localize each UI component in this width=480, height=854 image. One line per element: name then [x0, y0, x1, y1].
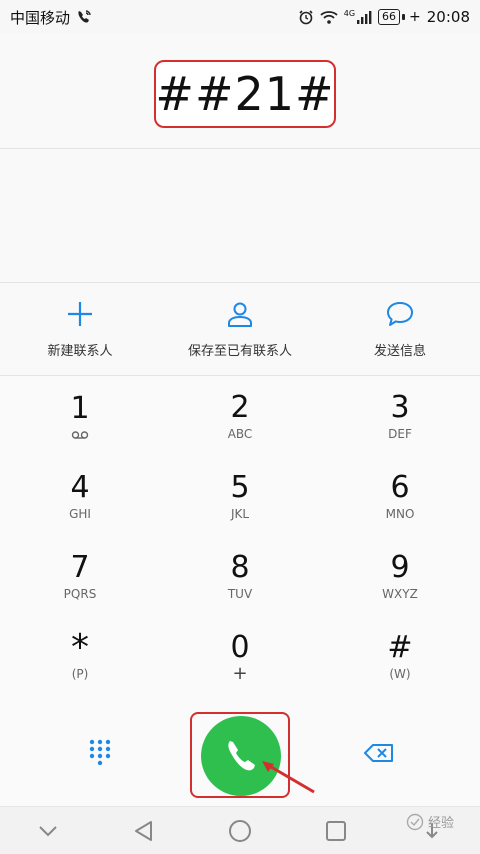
key-digit: 3	[390, 390, 410, 425]
key-digit: 2	[230, 390, 250, 425]
battery-indicator: 66 +	[378, 9, 421, 25]
voicemail-icon	[71, 431, 89, 439]
save-to-existing-label: 保存至已有联系人	[187, 343, 292, 359]
watermark-logo-icon	[406, 813, 424, 830]
key-3[interactable]: 3 DEF	[320, 376, 480, 456]
nav-back-button[interactable]	[124, 811, 164, 851]
signal-indicator: 4G	[344, 10, 372, 24]
recents-square-icon	[326, 820, 346, 841]
key-digit: 0	[230, 630, 250, 665]
save-to-existing-contact-action[interactable]: 保存至已有联系人	[160, 283, 320, 375]
nav-collapse-button[interactable]	[28, 811, 68, 851]
home-circle-icon	[229, 819, 251, 842]
nav-recents-button[interactable]	[316, 811, 356, 851]
dialpad-toggle-button[interactable]	[85, 737, 115, 767]
key-digit: 4	[70, 470, 90, 505]
person-icon	[228, 302, 252, 327]
plus-icon	[68, 301, 92, 326]
key-digit: 5	[230, 470, 250, 505]
key-digit: #	[387, 630, 413, 665]
key-letters: +	[232, 663, 248, 684]
key-letters: DEF	[388, 427, 412, 441]
network-type-label: 4G	[343, 9, 356, 18]
wifi-icon	[320, 11, 338, 24]
dialed-number[interactable]: ##21#	[155, 67, 334, 121]
key-letters: (P)	[71, 667, 89, 681]
send-message-action[interactable]: 发送信息	[320, 283, 480, 375]
key-digit: 1	[70, 391, 90, 426]
back-triangle-icon	[135, 820, 152, 841]
contact-actions: 新建联系人 保存至已有联系人 发送信息	[0, 283, 480, 375]
status-right: 4G 66 + 20:08	[298, 8, 470, 26]
chat-bubble-icon	[387, 301, 413, 326]
key-8[interactable]: 8 TUV	[160, 536, 320, 616]
key-6[interactable]: 6 MNO	[320, 456, 480, 536]
key-0[interactable]: 0 +	[160, 616, 320, 696]
chevron-down-icon	[39, 825, 57, 836]
phone-icon	[228, 741, 255, 771]
alarm-icon	[299, 10, 313, 25]
key-letters: MNO	[385, 507, 415, 521]
annotation-arrow	[262, 761, 315, 794]
key-letters: PQRS	[63, 587, 97, 601]
clock: 20:08	[426, 8, 470, 26]
new-contact-action[interactable]: 新建联系人	[0, 283, 160, 375]
key-7[interactable]: 7 PQRS	[0, 536, 160, 616]
key-digit: 7	[70, 550, 90, 585]
key-letters: ABC	[227, 427, 253, 441]
charging-icon: +	[409, 9, 421, 25]
keypad: 1 2 ABC 3 DEF 4 GHI 5 JKL 6 MNO 7 PQRS 8…	[0, 376, 480, 706]
backspace-icon	[364, 744, 393, 762]
dialpad-icon	[89, 739, 111, 765]
key-letters: WXYZ	[382, 587, 418, 601]
watermark: 经验	[406, 812, 454, 831]
key-letters: JKL	[230, 507, 250, 521]
divider	[0, 148, 480, 149]
battery-tip	[402, 14, 406, 20]
signal-bars-icon	[357, 11, 372, 24]
status-bar: 中国移动 4G 66 + 20:08	[0, 0, 480, 34]
key-digit: 9	[390, 550, 410, 585]
key-digit: 6	[390, 470, 410, 505]
new-contact-label: 新建联系人	[47, 343, 113, 359]
status-left: 中国移动	[10, 7, 92, 28]
dialed-number-highlight: ##21#	[154, 60, 336, 128]
key-5[interactable]: 5 JKL	[160, 456, 320, 536]
key-letters: (W)	[389, 667, 411, 681]
key-4[interactable]: 4 GHI	[0, 456, 160, 536]
wifi-calling-icon	[78, 10, 91, 23]
key-digit: 8	[230, 550, 250, 585]
nav-home-button[interactable]	[220, 811, 260, 851]
send-message-label: 发送信息	[373, 343, 426, 359]
backspace-button[interactable]	[360, 740, 398, 766]
key-letters: GHI	[69, 507, 91, 521]
key-star[interactable]: * (P)	[0, 616, 160, 696]
key-1[interactable]: 1	[0, 376, 160, 456]
key-digit: *	[71, 627, 89, 668]
key-2[interactable]: 2 ABC	[160, 376, 320, 456]
watermark-text: 经验	[427, 816, 454, 831]
battery-level: 66	[378, 9, 401, 25]
carrier-name: 中国移动	[10, 8, 71, 27]
key-hash[interactable]: # (W)	[320, 616, 480, 696]
key-9[interactable]: 9 WXYZ	[320, 536, 480, 616]
key-letters: TUV	[227, 587, 253, 601]
